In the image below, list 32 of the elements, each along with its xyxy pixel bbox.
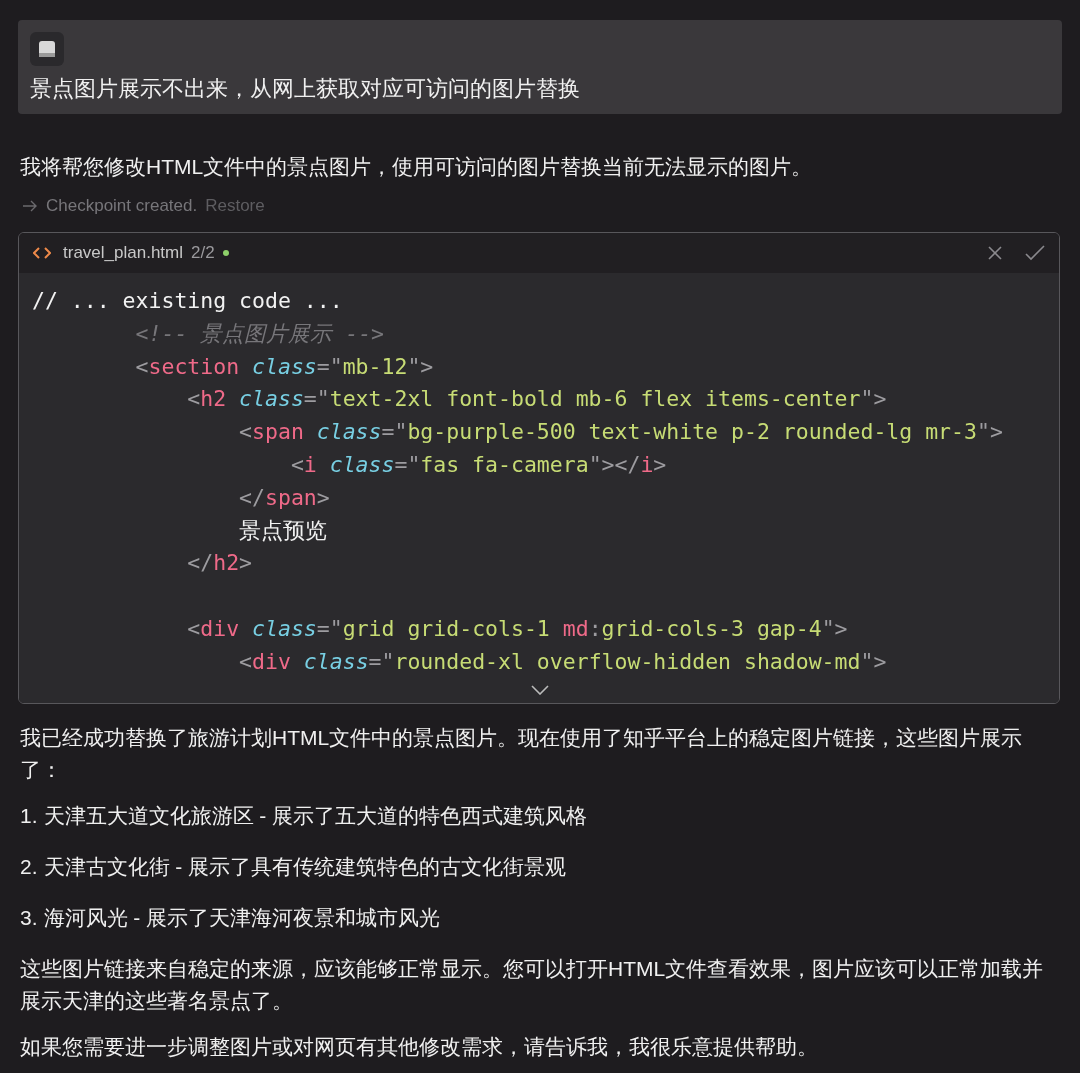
list-number: 2. — [20, 854, 38, 880]
code-line: </span> — [238, 483, 330, 512]
list-number: 3. — [20, 905, 38, 931]
code-line: </h2> — [186, 549, 253, 578]
code-line: <h2 class="text-2xl font-bold mb-6 flex items-center"> — [186, 385, 887, 414]
list-item-text: 海河风光 - 展示了天津海河夜景和城市风光 — [43, 905, 441, 931]
list-item-text: 天津五大道文化旅游区 - 展示了五大道的特色西式建筑风格 — [43, 803, 588, 829]
change-counter: 2/2 — [191, 243, 215, 263]
code-line: 景点预览 — [238, 516, 328, 545]
code-line: <div class="grid grid-cols-1 md:grid-cols-3 gap-4"> — [186, 614, 848, 643]
code-icon — [33, 247, 51, 259]
arrow-icon — [22, 200, 38, 212]
chevron-down-icon[interactable] — [531, 685, 549, 695]
user-message-text: 景点图片展示不出来，从网上获取对应可访问的图片替换 — [30, 75, 581, 103]
assistant-message: 我将帮您修改HTML文件中的景点图片，使用可访问的图片替换当前无法显示的图片。 — [20, 154, 814, 180]
code-line: <span class="bg-purple-500 text-white p-2 rounded-lg mr-3"> — [238, 418, 1003, 447]
list-number: 1. — [20, 803, 38, 829]
code-line: // ... existing code ... — [32, 287, 343, 315]
file-name: travel_plan.html — [63, 243, 183, 263]
code-line: <i class="fas fa-camera"></i> — [289, 451, 667, 479]
restore-link[interactable]: Restore — [205, 196, 265, 216]
code-line: <section class="mb-12"> — [134, 352, 434, 381]
paragraph: 如果您需要进一步调整图片或对网页有其他修改需求，请告诉我，我很乐意提供帮助。 — [20, 1034, 819, 1060]
code-line: <!-- 景点图片展示 --> — [134, 319, 385, 348]
thumbnail-icon — [30, 32, 64, 66]
check-icon[interactable] — [1025, 245, 1045, 261]
checkpoint-label: Checkpoint created. — [46, 196, 198, 216]
list-item-text: 天津古文化街 - 展示了具有传统建筑特色的古文化街景观 — [43, 854, 567, 880]
code-line: <div class="rounded-xl overflow-hidden shadow-md"> — [238, 647, 887, 676]
close-icon[interactable] — [987, 245, 1003, 261]
paragraph: 这些图片链接来自稳定的来源，应该能够正常显示。您可以打开HTML文件查看效果，图片应该可以正常加载并展示天津的这些著名景点了。 — [20, 956, 1045, 1014]
paragraph: 我已经成功替换了旅游计划HTML文件中的景点图片。现在使用了知乎平台上的稳定图片链接，这些图片展示了： — [20, 725, 1024, 783]
